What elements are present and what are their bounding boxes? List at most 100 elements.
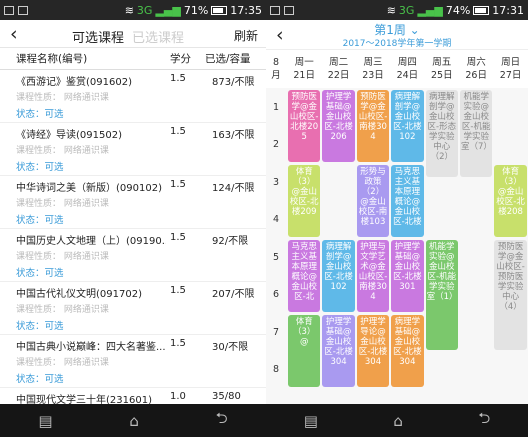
table-header: 课程名称(编号) 学分 已选/容量 (0, 48, 266, 70)
class-block[interactable]: 护理学导论@金山校区-北楼304 (356, 315, 390, 387)
day-column-header: 周一 21日 (293, 57, 315, 81)
class-block[interactable]: 护理学基础@金山校区-北楼301 (391, 240, 424, 312)
tab-available-courses[interactable]: 可选课程 (72, 27, 124, 46)
course-nature: 课程性质： 网络通识课 (16, 146, 109, 156)
course-capacity: 873/不限 (212, 77, 255, 88)
course-list: 《西游记》鉴赏(091602) 1.5 873/不限 课程性质： 网络通识课 状态：可选… (0, 70, 266, 437)
back-chevron-icon[interactable]: ‹ (10, 23, 18, 45)
class-block[interactable]: 机能学实验@金山校区-机能学实验室（7） (460, 90, 493, 177)
battery-percent: 74% (445, 3, 471, 17)
course-credit: 1.5 (170, 179, 186, 190)
course-credit: 1.0 (170, 391, 186, 402)
course-row[interactable]: 中国古代礼仪文明(091702) 1.5 207/不限 课程性质： 网络通识课 状态：可… (0, 282, 266, 335)
column-capacity: 已选/容量 (205, 53, 251, 65)
course-state: 状态：可选 (16, 374, 64, 385)
notification-icon (4, 5, 14, 15)
menu-icon[interactable]: ▤ (38, 412, 52, 430)
day-column-header: 周五 25日 (430, 57, 453, 81)
system-nav-bar: ▤ ⌂ ⮌ (266, 404, 528, 437)
course-name: 中国古代礼仪文明(091702) (16, 289, 142, 300)
course-capacity: 35/80 (212, 391, 241, 402)
class-block[interactable]: 马克思主义基本原理概论@金山校区-北 (288, 240, 321, 312)
day-column-header: 周四 24日 (396, 57, 419, 81)
course-state: 状态：可选 (16, 109, 64, 120)
course-capacity: 30/不限 (212, 342, 249, 353)
course-name: 中国古典小说巅峰：四大名著鉴... (16, 342, 166, 353)
course-name: 《诗经》导读(091502) (16, 130, 122, 141)
course-capacity: 207/不限 (212, 289, 255, 300)
course-credit: 1.5 (170, 285, 186, 296)
status-bar: ≋ 3G ▂▄▆ 74% 17:31 (266, 0, 528, 20)
day-column-header: 周日 27日 (499, 57, 522, 81)
system-nav-bar: ▤ ⌂ ⮌ (0, 404, 266, 437)
course-nature: 课程性质： 网络通识课 (16, 93, 109, 103)
battery-icon (473, 5, 490, 15)
course-row[interactable]: 中国历史人文地理（上）(09190... 1.5 92/不限 课程性质： 网络通识课状… (0, 229, 266, 282)
course-nature: 课程性质： 网络通识课 (16, 358, 109, 368)
class-block[interactable]: 形势与政策（2）@金山校区-南楼103 (356, 165, 390, 237)
battery-percent: 71% (183, 3, 209, 17)
image-icon (18, 5, 28, 15)
course-credit: 1.5 (170, 126, 186, 137)
class-block[interactable]: 护理学基础@金山校区-北楼304 (322, 315, 355, 387)
day-header: 8月 周一 21日 周二 22日 周三 23日 周四 24日 周五 25日 周六 26日 周日 27日 (266, 50, 528, 88)
notification-icon (270, 5, 280, 15)
class-block[interactable]: 体育（3）@金山校区-北楼209 (288, 165, 321, 237)
home-icon[interactable]: ⌂ (129, 412, 139, 430)
clock: 17:31 (492, 3, 524, 17)
course-capacity: 163/不限 (212, 130, 255, 141)
day-column-header: 周六 26日 (465, 57, 487, 81)
period-number: 8 (272, 364, 280, 376)
back-icon[interactable]: ⮌ (216, 408, 228, 433)
home-icon[interactable]: ⌂ (393, 412, 403, 430)
course-name: 中华诗词之美（新版）(090102) (16, 183, 162, 194)
column-name: 课程名称(编号) (16, 53, 88, 65)
menu-icon[interactable]: ▤ (304, 412, 318, 430)
course-state: 状态：可选 (16, 268, 64, 279)
class-block[interactable]: 病理学基础@金山校区-北楼304 (391, 315, 424, 387)
class-block[interactable]: 预防医学@金山校区-北楼205 (288, 90, 321, 162)
course-row[interactable]: 中国古典小说巅峰：四大名著鉴... 1.5 30/不限课程性质： 网络通识课 状态：可… (0, 335, 266, 388)
class-block[interactable]: 病理解剖学@金山校区-北楼102 (391, 90, 424, 162)
course-credit: 1.5 (170, 73, 186, 84)
course-row[interactable]: 《诗经》导读(091502) 1.5 163/不限 课程性质： 网络通识课 状态：可选 (0, 123, 266, 176)
course-row[interactable]: 中华诗词之美（新版）(090102) 1.5 124/不限课程性质： 网络通识课 状态… (0, 176, 266, 229)
class-block[interactable]: 马克思主义基本原理概论@金山校区-北楼 (391, 165, 424, 237)
tab-selected-courses[interactable]: 已选课程 (132, 27, 184, 46)
course-capacity: 124/不限 (212, 183, 255, 194)
day-column-header: 周三 23日 (362, 57, 384, 81)
class-block[interactable]: 预防医学@金山校区-预防医学实验中心（4） (494, 240, 527, 350)
back-icon[interactable]: ⮌ (478, 408, 490, 433)
course-credit: 1.5 (170, 338, 186, 349)
course-selection-screen: ≋ 3G ▂▄▆ 71% 17:35 ‹ 可选课程 已选课程 刷新 课程名称(编… (0, 0, 266, 437)
day-column-header: 周二 22日 (327, 57, 350, 81)
clock: 17:35 (230, 3, 262, 17)
course-nature: 课程性质： 网络通识课 (16, 199, 109, 209)
course-state: 状态：可选 (16, 215, 64, 226)
wifi-icon: ≋ (124, 3, 134, 17)
class-block[interactable]: 护理学基础@金山校区-北楼206 (322, 90, 355, 162)
period-number: 2 (272, 139, 280, 151)
refresh-button[interactable]: 刷新 (234, 27, 258, 44)
period-number: 7 (272, 326, 280, 338)
class-block[interactable]: 护理与文学艺术@金山校区-南楼304 (356, 240, 390, 312)
navbar: ‹ 第1周 ⌄ 2017～2018学年第一学期 (266, 20, 528, 50)
course-name: 中国历史人文地理（上）(09190... (16, 236, 166, 247)
class-block[interactable]: 病理解剖学@金山校区-北楼102 (322, 240, 355, 312)
image-icon (284, 5, 294, 15)
network-type: 3G (398, 3, 415, 17)
course-capacity: 92/不限 (212, 236, 249, 247)
signal-icon: ▂▄▆ (155, 3, 181, 17)
period-number: 3 (272, 176, 280, 188)
signal-icon: ▂▄▆ (417, 3, 443, 17)
class-block[interactable]: 体育（3）@金山校区-北楼208 (494, 165, 527, 237)
class-block[interactable]: 病理解剖学@金山校区-形态学实验中心（2） (425, 90, 458, 177)
class-block[interactable]: 机能学实验@金山校区-机能学实验室（1） (425, 240, 458, 350)
course-credit: 1.5 (170, 232, 186, 243)
timetable-screen: ≋ 3G ▂▄▆ 74% 17:31 ‹ 第1周 ⌄ 2017～2018学年第一… (266, 0, 528, 437)
period-number: 5 (272, 251, 280, 263)
class-block[interactable]: 预防医学@金山校区-南楼304 (356, 90, 390, 162)
class-block[interactable]: 体育（3）@ (288, 315, 321, 387)
course-row[interactable]: 《西游记》鉴赏(091602) 1.5 873/不限 课程性质： 网络通识课 状态：可选 (0, 70, 266, 123)
wifi-icon: ≋ (386, 3, 396, 17)
